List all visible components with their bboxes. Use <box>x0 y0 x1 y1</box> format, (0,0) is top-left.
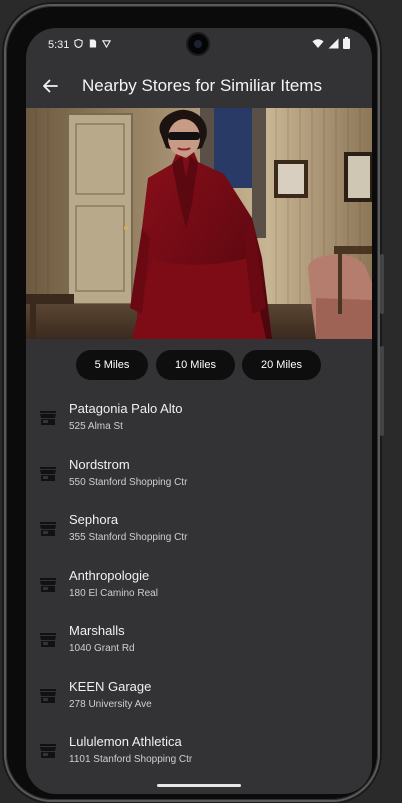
back-button[interactable] <box>36 72 64 100</box>
store-address: 278 University Ave <box>69 698 152 710</box>
store-name: Nordstrom <box>69 456 130 472</box>
list-item-sephora[interactable]: Sephora 355 Stanford Shopping Ctr <box>26 509 372 557</box>
store-address: 180 El Camino Real <box>69 587 158 599</box>
store-icon <box>40 744 56 758</box>
filter-10-miles[interactable]: 10 Miles <box>156 350 235 380</box>
shield-icon <box>74 39 83 48</box>
list-item-lululemon[interactable]: Lululemon Athletica 1101 Stanford Shoppi… <box>26 731 372 779</box>
battery-icon <box>343 37 350 49</box>
sim-card-icon <box>89 39 97 48</box>
store-address: 525 Alma St <box>69 421 123 432</box>
front-camera <box>188 34 208 54</box>
store-icon <box>40 466 56 481</box>
store-icon <box>40 633 56 647</box>
status-bar: 5:31 <box>26 28 372 62</box>
store-icon <box>40 688 56 703</box>
list-item-keen-garage[interactable]: KEEN Garage 278 University Ave <box>26 676 372 724</box>
home-indicator[interactable] <box>157 784 241 787</box>
store-address: 1040 Grant Rd <box>69 643 135 654</box>
arrow-back-icon <box>43 79 58 93</box>
store-icon <box>40 411 56 425</box>
wifi-icon <box>312 38 324 48</box>
filter-5-miles[interactable]: 5 Miles <box>76 350 148 380</box>
item-photo-illustration <box>26 108 372 339</box>
store-name: Sephora <box>69 512 119 527</box>
vpn-icon <box>102 40 111 48</box>
store-address: 550 Stanford Shopping Ctr <box>69 476 188 488</box>
store-name: Patagonia Palo Alto <box>69 401 183 416</box>
power-button <box>380 254 384 314</box>
distance-filters: 5 Miles 10 Miles 20 Miles <box>26 350 372 380</box>
app-bar: Nearby Stores for Similiar Items <box>26 68 372 104</box>
volume-button <box>380 346 384 436</box>
screen: 5:31 Nearby Stores for Similiar Items 5 … <box>26 28 372 794</box>
store-name: Marshalls <box>69 623 125 638</box>
filter-20-miles[interactable]: 20 Miles <box>242 350 321 380</box>
phone-frame: 5:31 Nearby Stores for Similiar Items 5 … <box>6 6 384 800</box>
signal-icon <box>328 38 339 48</box>
status-time: 5:31 <box>48 39 70 51</box>
store-name: KEEN Garage <box>69 678 152 694</box>
store-icon <box>40 522 56 536</box>
store-icon <box>40 577 56 592</box>
store-address: 355 Stanford Shopping Ctr <box>69 532 188 543</box>
system-icons <box>312 37 350 49</box>
notification-icons <box>74 39 111 48</box>
store-name: Lululemon Athletica <box>69 734 182 749</box>
list-item-patagonia[interactable]: Patagonia Palo Alto 525 Alma St <box>26 398 372 446</box>
store-address: 1101 Stanford Shopping Ctr <box>69 754 193 765</box>
item-photo <box>26 108 372 339</box>
store-name: Anthropologie <box>69 567 150 583</box>
list-item-marshalls[interactable]: Marshalls 1040 Grant Rd <box>26 620 372 668</box>
list-item-nordstrom[interactable]: Nordstrom 550 Stanford Shopping Ctr <box>26 454 372 502</box>
page-title: Nearby Stores for Similiar Items <box>82 76 322 95</box>
list-item-anthropologie[interactable]: Anthropologie 180 El Camino Real <box>26 565 372 613</box>
